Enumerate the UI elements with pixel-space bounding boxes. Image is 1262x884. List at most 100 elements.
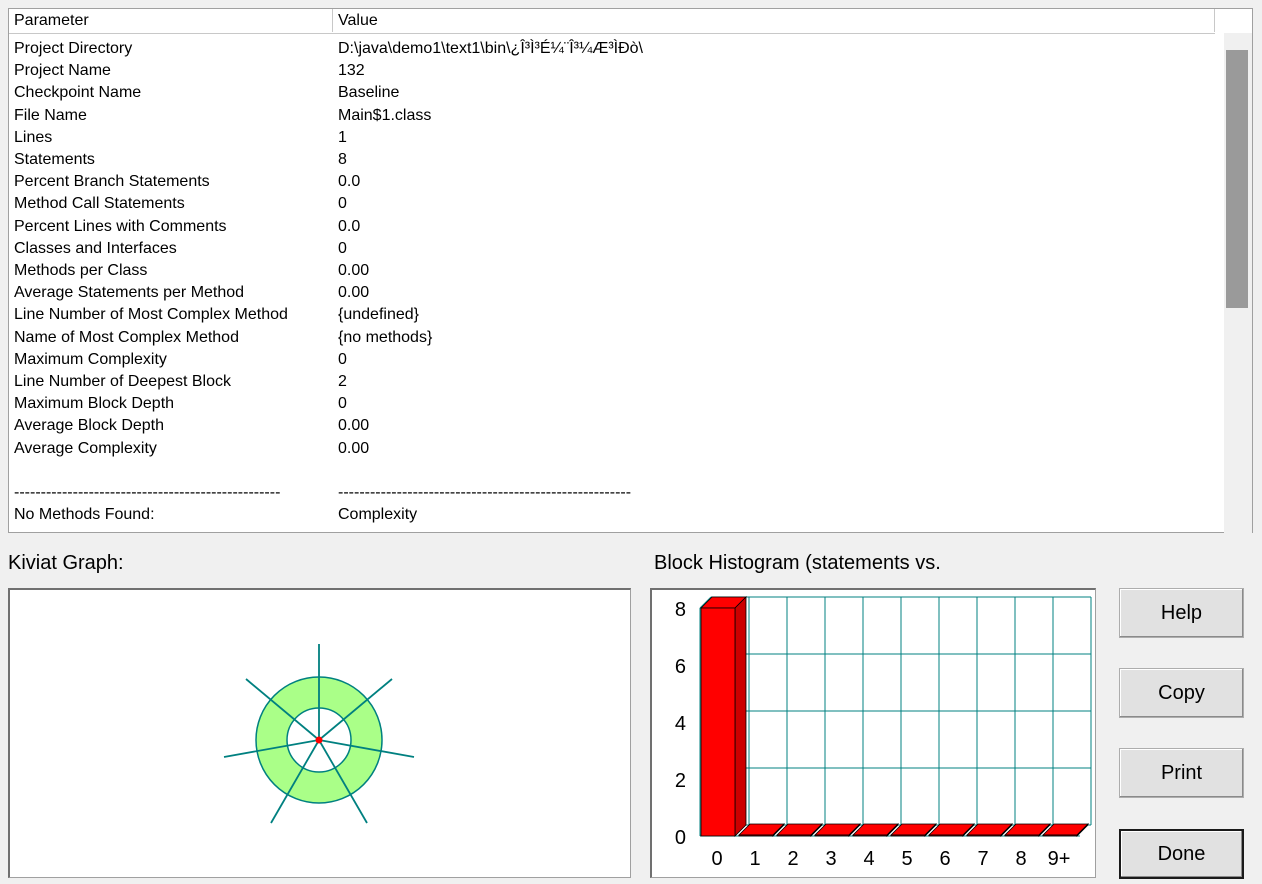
y-tick-label: 4 [675, 713, 686, 735]
histogram-bar [1042, 834, 1078, 837]
value-cell: 0.00 [338, 262, 370, 279]
histogram-bar [1004, 834, 1040, 837]
table-row[interactable]: Name of Most Complex Method {no methods} [9, 327, 1209, 349]
value-cell: 8 [338, 151, 347, 168]
table-row[interactable]: No Methods Found: Complexity [9, 504, 1209, 526]
bar-side-face [734, 596, 747, 837]
table-row[interactable]: Line Number of Most Complex Method {undef… [9, 304, 1209, 326]
value-cell: {undefined} [338, 306, 419, 324]
print-button[interactable]: Print [1119, 748, 1244, 798]
table-row[interactable]: Percent Branch Statements 0.0 [9, 171, 1209, 193]
value-cell: ----------------------------------------… [338, 484, 632, 501]
kiviat-graph-panel [8, 588, 631, 878]
x-tick-label: 6 [939, 848, 950, 870]
histogram-bar [776, 834, 812, 837]
histogram-bar [738, 834, 774, 837]
value-cell: 0.0 [338, 217, 361, 235]
parameter-cell: Method Call Statements [14, 195, 185, 213]
x-tick-label: 1 [749, 848, 760, 870]
parameter-cell: Average Complexity [14, 439, 157, 457]
table-row[interactable]: Statements 8 [9, 149, 1209, 171]
table-row[interactable] [9, 460, 1209, 482]
parameter-cell: Project Directory [14, 40, 133, 57]
parameter-cell: Percent Branch Statements [14, 173, 210, 191]
histogram-bar [966, 834, 1002, 837]
value-cell: Baseline [338, 84, 400, 102]
parameter-cell: Maximum Complexity [14, 350, 167, 368]
value-cell: 0.00 [338, 284, 370, 302]
table-row[interactable]: Average Statements per Method 0.00 [9, 282, 1209, 304]
value-cell: 0 [338, 350, 347, 368]
table-row[interactable]: Methods per Class 0.00 [9, 260, 1209, 282]
value-cell: 2 [338, 373, 347, 390]
parameter-cell: Line Number of Deepest Block [14, 373, 231, 390]
parameter-cell: Maximum Block Depth [14, 395, 175, 413]
kiviat-graph-label: Kiviat Graph: [8, 552, 124, 574]
metrics-table[interactable]: Parameter Value Project Directory D:\java… [8, 8, 1253, 533]
column-header-parameter[interactable]: Parameter [9, 9, 333, 32]
value-cell: Main$1.class [338, 106, 432, 124]
y-tick-label: 0 [675, 827, 686, 849]
parameter-cell: Methods per Class [14, 262, 148, 279]
table-row[interactable]: Method Call Statements 0 [9, 193, 1209, 215]
value-cell: 0 [338, 195, 347, 213]
x-tick-label: 7 [977, 848, 988, 870]
table-row[interactable]: Maximum Block Depth 0 [9, 393, 1209, 415]
parameter-cell: Lines [14, 128, 53, 146]
table-header: Parameter Value [9, 9, 1215, 34]
histogram-bar [890, 834, 926, 837]
table-row[interactable]: Classes and Interfaces 0 [9, 238, 1209, 260]
x-tick-label: 2 [787, 848, 798, 870]
x-tick-label: 5 [901, 848, 912, 870]
block-histogram-chart: 0 2 4 6 8 0 1 2 3 4 5 6 7 8 9+ [675, 596, 1092, 870]
parameter-cell: Name of Most Complex Method [14, 328, 239, 346]
y-tick-label: 2 [675, 770, 686, 792]
kiviat-graph [223, 644, 415, 824]
help-button[interactable]: Help [1119, 588, 1244, 638]
table-row[interactable]: Checkpoint Name Baseline [9, 82, 1209, 104]
table-row[interactable]: Average Complexity 0.00 [9, 438, 1209, 460]
table-row[interactable]: ----------------------------------------… [9, 482, 1209, 504]
table-row[interactable]: File Name Main$1.class [9, 105, 1209, 127]
copy-button[interactable]: Copy [1119, 668, 1244, 718]
parameter-cell: Project Name [14, 62, 111, 80]
parameter-cell: Checkpoint Name [14, 84, 142, 102]
parameter-cell: ----------------------------------------… [14, 484, 281, 501]
value-cell: 0 [338, 239, 347, 257]
x-tick-label: 0 [711, 848, 722, 870]
parameter-cell: Percent Lines with Comments [14, 217, 227, 235]
histogram-bar [814, 834, 850, 837]
table-row[interactable]: Project Directory D:\java\demo1\text1\bin… [9, 38, 1209, 60]
table-row[interactable]: Average Block Depth 0.00 [9, 415, 1209, 437]
value-cell: D:\java\demo1\text1\bin\¿Î³Ì³É¼¨Î³¼Æ³ÌÐò… [338, 40, 643, 57]
value-cell: 0.0 [338, 173, 361, 191]
x-tick-label: 8 [1015, 848, 1026, 870]
x-tick-label: 4 [863, 848, 874, 870]
table-row[interactable]: Project Name 132 [9, 60, 1209, 82]
parameter-cell: File Name [14, 106, 87, 124]
done-button[interactable]: Done [1119, 829, 1244, 879]
value-cell: 132 [338, 62, 365, 80]
histogram-bar [700, 607, 736, 837]
value-cell: {no methods} [338, 328, 433, 346]
kiviat-center-point [315, 736, 323, 744]
x-tick-label: 9+ [1048, 848, 1071, 870]
value-cell: 0.00 [338, 417, 370, 435]
block-histogram-panel: 0 2 4 6 8 0 1 2 3 4 5 6 7 8 9+ [650, 588, 1096, 878]
histogram-bar [852, 834, 888, 837]
table-row[interactable]: Lines 1 [9, 127, 1209, 149]
value-cell: 0 [338, 395, 347, 413]
scrollbar-thumb[interactable] [1226, 50, 1248, 308]
table-row[interactable]: Percent Lines with Comments 0.0 [9, 216, 1209, 238]
histogram-bar [928, 834, 964, 837]
block-histogram-label: Block Histogram (statements vs. [654, 552, 941, 574]
table-row[interactable]: Maximum Complexity 0 [9, 349, 1209, 371]
parameter-cell: Line Number of Most Complex Method [14, 306, 288, 324]
x-tick-label: 3 [825, 848, 836, 870]
value-cell: Complexity [338, 506, 418, 524]
parameter-cell: No Methods Found: [14, 506, 155, 524]
y-tick-label: 6 [675, 656, 686, 678]
table-row[interactable]: Line Number of Deepest Block 2 [9, 371, 1209, 393]
value-cell: 1 [338, 128, 347, 146]
column-header-value[interactable]: Value [333, 9, 1215, 32]
